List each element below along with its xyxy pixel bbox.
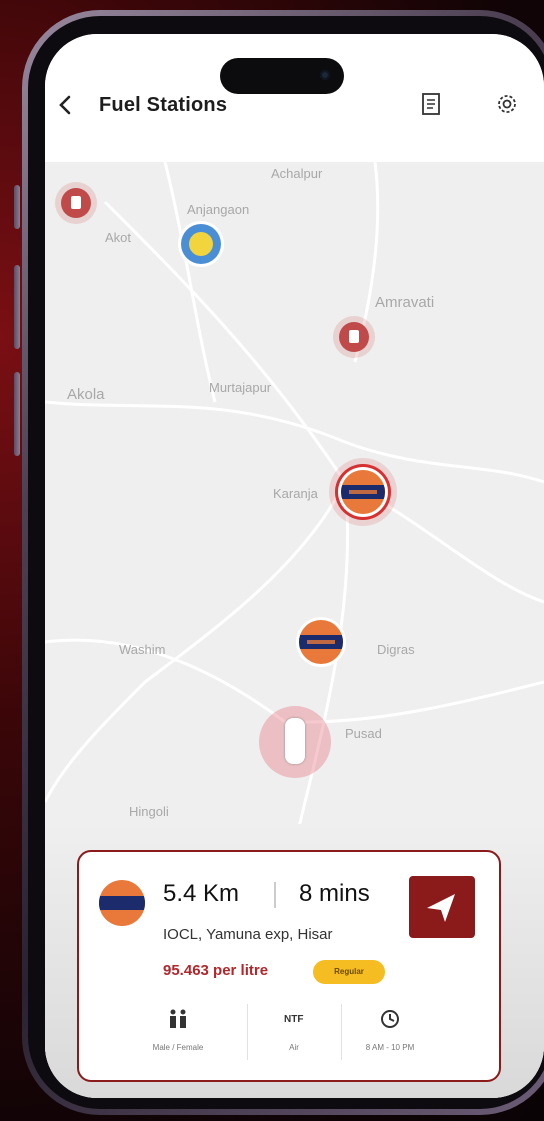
eta-value: 8 mins bbox=[299, 880, 370, 907]
map-label-akot: Akot bbox=[105, 230, 132, 245]
volume-down-button bbox=[14, 372, 20, 456]
current-location-icon bbox=[259, 706, 331, 778]
top-bar: Fuel Stations bbox=[45, 34, 544, 162]
air-icon: NTF bbox=[284, 1014, 303, 1025]
map-label-karanja: Karanja bbox=[273, 486, 318, 501]
svg-text:NTF: NTF bbox=[284, 1014, 303, 1025]
amenity-label: 8 AM - 10 PM bbox=[365, 1043, 415, 1052]
map-label-amravati: Amravati bbox=[375, 294, 435, 311]
iocl-logo-icon bbox=[99, 880, 145, 926]
divider bbox=[274, 882, 276, 908]
restroom-icon bbox=[170, 1009, 186, 1028]
chevron-left-icon[interactable] bbox=[55, 94, 77, 116]
mute-switch bbox=[14, 185, 20, 229]
fuel-type-badge: Regular bbox=[313, 960, 385, 984]
distance-value: 5.4 Km bbox=[163, 880, 240, 907]
amenity-hours: 8 AM - 10 PM bbox=[335, 1008, 445, 1052]
map-label-murtajapur: Murtajapur bbox=[209, 380, 272, 395]
fuel-price: 95.463 per litre bbox=[163, 962, 269, 979]
map-label-washim: Washim bbox=[119, 642, 166, 657]
clock-icon bbox=[381, 1010, 399, 1028]
station-card[interactable]: 5.4 Km 8 mins IOCL, Yamuna exp, Hisar 95… bbox=[77, 850, 501, 1082]
map-label-digras: Digras bbox=[377, 642, 415, 657]
navigate-button[interactable] bbox=[409, 876, 475, 938]
volume-up-button bbox=[14, 265, 20, 349]
map-label-pusad: Pusad bbox=[345, 726, 382, 741]
map-label-anjangaon: Anjangaon bbox=[187, 202, 250, 217]
station-marker-icon[interactable] bbox=[181, 224, 221, 264]
map-label-achalpur: Achalpur bbox=[271, 166, 323, 181]
fuel-pin-icon[interactable] bbox=[61, 188, 91, 218]
amenity-restroom: Male / Female bbox=[123, 1008, 233, 1052]
station-marker-icon[interactable] bbox=[299, 620, 343, 664]
app-screen: Fuel Stations Achalpur Anjangaon Akot Am… bbox=[45, 34, 544, 1098]
fuel-pin-icon[interactable] bbox=[339, 322, 369, 352]
selected-station-marker-icon[interactable] bbox=[341, 470, 385, 514]
map-label-akola: Akola bbox=[67, 386, 105, 403]
gear-icon[interactable] bbox=[493, 90, 521, 118]
amenity-label: Air bbox=[289, 1043, 299, 1052]
navigation-arrow-icon bbox=[427, 894, 455, 922]
map-label-hingoli: Hingoli bbox=[129, 804, 169, 819]
receipt-icon[interactable] bbox=[417, 90, 445, 118]
station-name: IOCL, Yamuna exp, Hisar bbox=[163, 926, 333, 943]
amenity-air: NTF Air bbox=[239, 1008, 349, 1052]
dynamic-island bbox=[220, 58, 344, 94]
amenity-label: Male / Female bbox=[152, 1043, 204, 1052]
page-title: Fuel Stations bbox=[99, 94, 228, 116]
